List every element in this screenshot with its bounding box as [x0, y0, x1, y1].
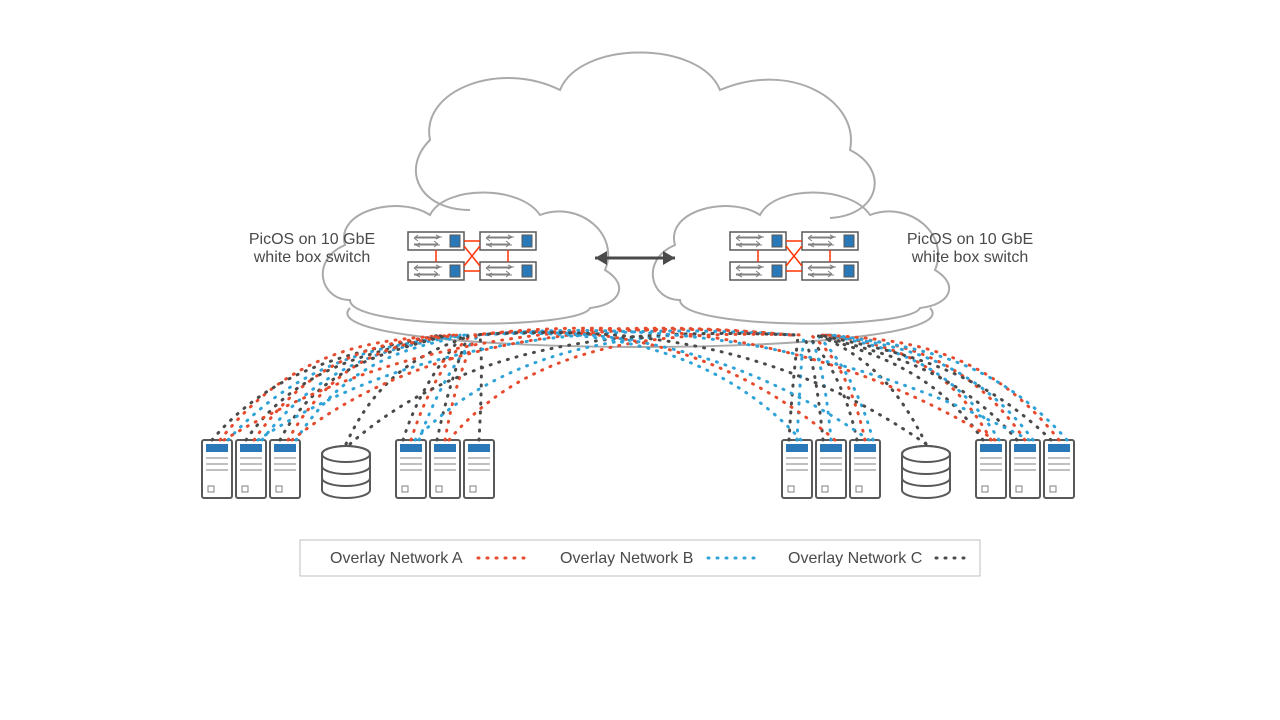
legend: Overlay Network A Overlay Network B Over…	[300, 540, 980, 576]
server-icon	[430, 440, 460, 498]
server-icon	[464, 440, 494, 498]
server-icon	[976, 440, 1006, 498]
server-icon	[202, 440, 232, 498]
server-icon	[396, 440, 426, 498]
server-icon	[236, 440, 266, 498]
legend-a-label: Overlay Network A	[330, 550, 463, 567]
legend-b-label: Overlay Network B	[560, 550, 693, 567]
hosts-row	[202, 440, 1074, 498]
server-icon	[1044, 440, 1074, 498]
right-switch-label-line1: PicOS on 10 GbE	[907, 231, 1033, 248]
server-icon	[816, 440, 846, 498]
overlay-links	[212, 328, 1067, 444]
server-icon	[1010, 440, 1040, 498]
right-switch-label-line2: white box switch	[911, 249, 1029, 266]
database-icon	[902, 446, 950, 498]
switch-cluster-right	[730, 232, 858, 280]
bidirectional-arrow-icon	[595, 251, 675, 265]
server-icon	[782, 440, 812, 498]
left-switch-label-line2: white box switch	[253, 249, 371, 266]
left-switch-label-line1: PicOS on 10 GbE	[249, 231, 375, 248]
network-diagram: PicOS on 10 GbE white box switch PicOS o…	[0, 0, 1280, 720]
switch-cluster-left	[408, 232, 536, 280]
database-icon	[322, 446, 370, 498]
server-icon	[850, 440, 880, 498]
server-icon	[270, 440, 300, 498]
cloud-backdrop	[323, 53, 949, 348]
legend-c-label: Overlay Network C	[788, 550, 922, 567]
